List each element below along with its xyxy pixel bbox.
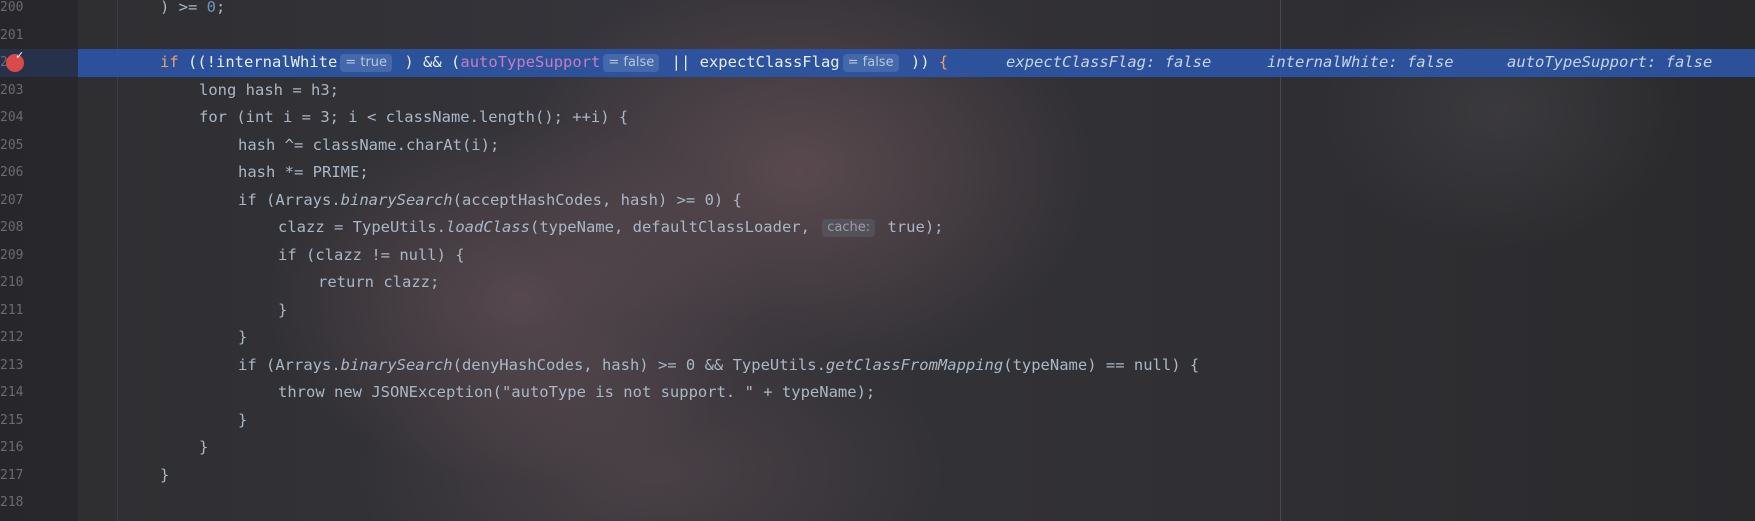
line-number: 217 bbox=[0, 467, 24, 483]
code-text: if (Arrays.binarySearch(acceptHashCodes,… bbox=[238, 190, 742, 209]
code-text: long hash = h3; bbox=[199, 80, 339, 99]
code-text: throw new JSONException("autoType is not… bbox=[278, 383, 876, 401]
line-number: 207 bbox=[0, 192, 24, 208]
line-number: 215 bbox=[0, 412, 24, 428]
code-editor[interactable]: 200 ) >= 0; 201 202 ✓ if ((!internalWhit… bbox=[0, 0, 1755, 521]
debug-inline-value: expectClassFlag: false bbox=[1006, 53, 1212, 71]
code-line[interactable]: 208 clazz = TypeUtils.loadClass(typeName… bbox=[0, 214, 1755, 242]
inline-value-hint: = true bbox=[340, 54, 393, 72]
code-text: for (int i = 3; i < className.length(); … bbox=[199, 108, 629, 126]
code-text: ) >= 0; bbox=[160, 0, 226, 16]
code-line[interactable]: 212 } bbox=[0, 324, 1755, 352]
code-text: } bbox=[160, 465, 170, 484]
code-line[interactable]: 218 bbox=[0, 489, 1755, 517]
code-line[interactable]: 203 long hash = h3; bbox=[0, 77, 1755, 105]
code-line[interactable]: 217 } bbox=[0, 462, 1755, 490]
code-text: } bbox=[238, 410, 248, 429]
code-text: clazz = TypeUtils.loadClass(typeName, de… bbox=[278, 218, 944, 237]
code-line[interactable]: 201 bbox=[0, 22, 1755, 50]
code-line[interactable]: 204 for (int i = 3; i < className.length… bbox=[0, 104, 1755, 132]
line-number: 212 bbox=[0, 330, 24, 345]
code-line[interactable]: 207 if (Arrays.binarySearch(acceptHashCo… bbox=[0, 187, 1755, 215]
code-text: hash *= PRIME; bbox=[238, 163, 369, 181]
code-text: } bbox=[199, 438, 209, 456]
line-number: 201 bbox=[0, 27, 24, 43]
line-number: 213 bbox=[0, 357, 24, 373]
line-number: 206 bbox=[0, 165, 24, 180]
line-number: 200 bbox=[0, 0, 24, 15]
line-number: 203 bbox=[0, 82, 24, 98]
line-number: 208 bbox=[0, 220, 24, 235]
code-line[interactable]: 211 } bbox=[0, 297, 1755, 325]
code-text: if ((!internalWhite = true ) && (autoType… bbox=[160, 53, 949, 72]
current-execution-line[interactable]: 202 ✓ if ((!internalWhite= true ) && (au… bbox=[0, 49, 1755, 77]
code-line[interactable]: 215 } bbox=[0, 407, 1755, 435]
code-text: if (clazz != null) { bbox=[278, 245, 465, 264]
debug-inline-value: internalWhite: false bbox=[1267, 53, 1454, 71]
parameter-name-hint: cache: bbox=[822, 219, 876, 237]
code-line[interactable]: 213 if (Arrays.binarySearch(denyHashCode… bbox=[0, 352, 1755, 380]
code-line[interactable]: 206 hash *= PRIME; bbox=[0, 159, 1755, 187]
code-line[interactable]: 210 return clazz; bbox=[0, 269, 1755, 297]
inline-value-hint: = false bbox=[842, 54, 899, 72]
code-text: } bbox=[278, 300, 288, 319]
line-number: 218 bbox=[0, 495, 24, 510]
code-line[interactable]: 214 throw new JSONException("autoType is… bbox=[0, 379, 1755, 407]
code-text: hash ^= className.charAt(i); bbox=[238, 135, 500, 154]
code-line[interactable]: 205 hash ^= className.charAt(i); bbox=[0, 132, 1755, 160]
line-number: 204 bbox=[0, 110, 24, 125]
line-number: 211 bbox=[0, 302, 24, 318]
code-text: return clazz; bbox=[318, 273, 440, 291]
line-number: 205 bbox=[0, 137, 24, 153]
code-line[interactable]: 200 ) >= 0; bbox=[0, 0, 1755, 22]
line-number: 214 bbox=[0, 385, 24, 400]
code-line[interactable]: 216 } bbox=[0, 434, 1755, 462]
code-text: } bbox=[238, 328, 248, 346]
inline-value-hint: = false bbox=[603, 54, 660, 72]
breakpoint-check-icon: ✓ bbox=[15, 49, 25, 62]
line-number: 210 bbox=[0, 275, 24, 290]
code-line[interactable]: 209 if (clazz != null) { bbox=[0, 242, 1755, 270]
debug-inline-value: autoTypeSupport: false bbox=[1507, 53, 1713, 71]
line-number: 216 bbox=[0, 440, 24, 455]
line-number: 209 bbox=[0, 247, 24, 263]
code-text: if (Arrays.binarySearch(denyHashCodes, h… bbox=[238, 355, 1200, 374]
